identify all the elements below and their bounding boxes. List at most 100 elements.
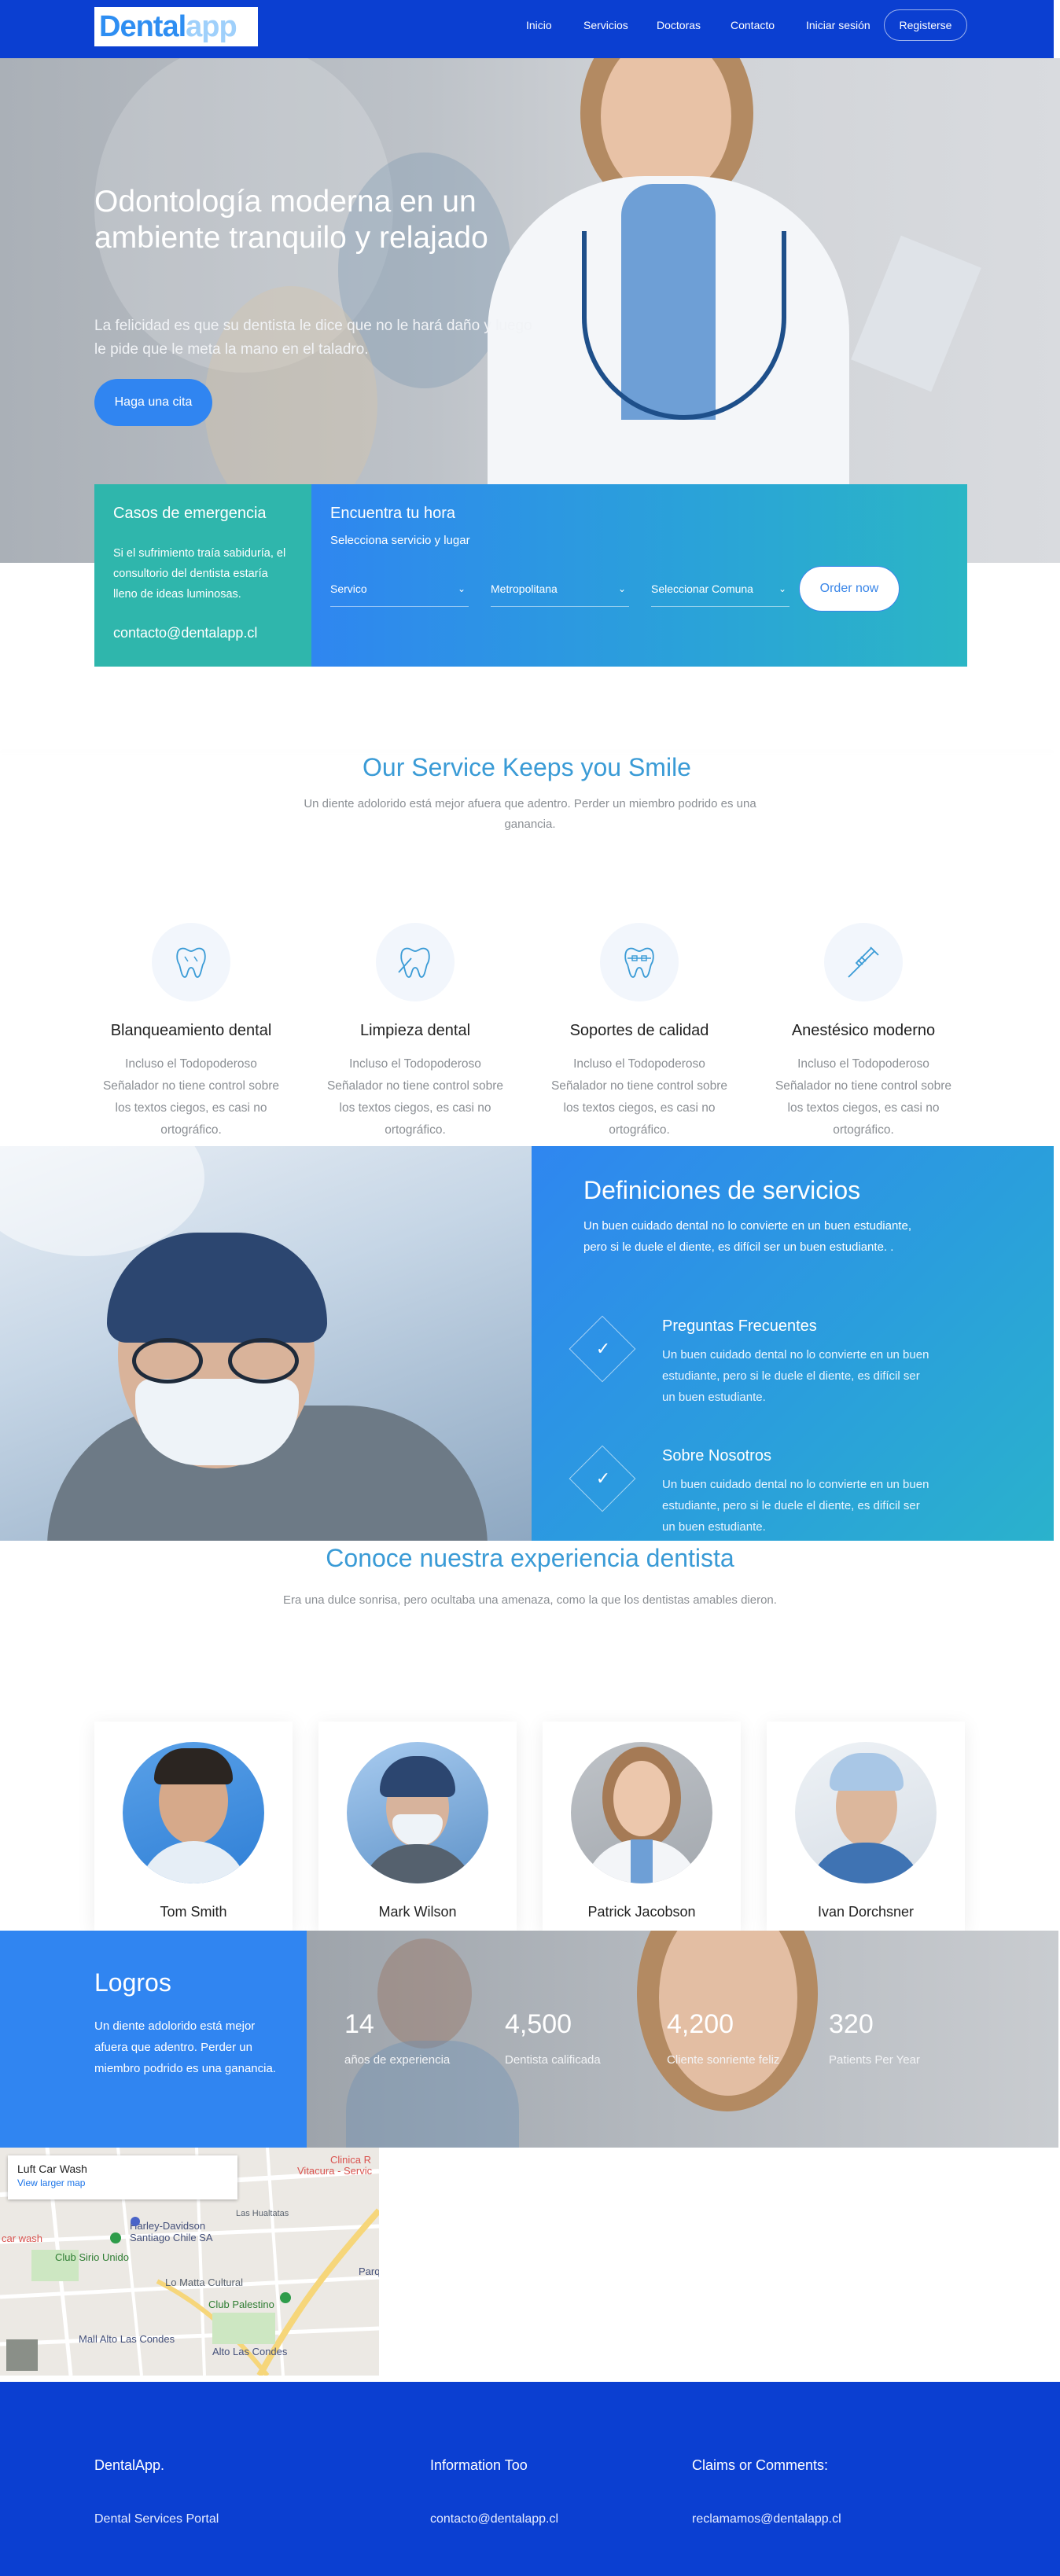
service-description: Incluso el Todopoderoso Señalador no tie…: [326, 1057, 504, 1137]
stat-value: 4,500: [505, 2009, 572, 2039]
stat-value: 14: [344, 2009, 374, 2039]
nav-link-inicio[interactable]: Inicio: [526, 19, 552, 31]
map-pin-icon[interactable]: [110, 2232, 121, 2243]
team-member-name: Tom Smith: [160, 1904, 227, 1920]
team-card[interactable]: Patrick Jacobson: [543, 1722, 741, 1931]
achievements-text: Un diente adolorido está mejor afuera qu…: [94, 2019, 276, 2075]
map-pin-icon[interactable]: [131, 2217, 140, 2226]
avatar: [795, 1742, 937, 1883]
faq-text: Un buen cuidado dental no lo convierte e…: [662, 1348, 929, 1404]
tooth-icon: [152, 923, 230, 1001]
services-title: Our Service Keeps you Smile: [363, 753, 691, 781]
map-label: Club Palestino: [208, 2299, 274, 2310]
team-card[interactable]: Ivan Dorchsner: [767, 1722, 965, 1931]
emergency-panel: Casos de emergencia Si el sufrimiento tr…: [94, 484, 311, 667]
footer-heading: Claims or Comments:: [692, 2457, 829, 2473]
services-subtitle: Un diente adolorido está mejor afuera qu…: [304, 797, 756, 831]
footer-claims-email-link[interactable]: reclamamos@dentalapp.cl: [692, 2512, 841, 2526]
stats-bg-figure: [377, 1938, 472, 2049]
map-place-name: Luft Car Wash: [17, 2163, 87, 2175]
avatar: [347, 1742, 488, 1883]
map-info-card: Luft Car Wash View larger map: [8, 2155, 237, 2199]
service-name: Limpieza dental: [359, 1022, 471, 1039]
avatar: [123, 1742, 264, 1883]
booking-subtitle: Selecciona servicio y lugar: [330, 534, 470, 547]
dentist-photo-glasses-left: [132, 1338, 203, 1384]
location-map[interactable]: Luft Car Wash View larger map Clinica R …: [0, 2148, 379, 2376]
map-label: Club Sirio Unido: [55, 2251, 129, 2263]
map-label: Alto Las Condes: [212, 2346, 288, 2357]
team-card[interactable]: Mark Wilson: [318, 1722, 517, 1931]
emergency-email[interactable]: contacto@dentalapp.cl: [113, 625, 293, 641]
map-label: car wash: [2, 2232, 43, 2244]
map-label: Lo Matta Cultural: [165, 2277, 243, 2288]
syringe-icon: [824, 923, 903, 1001]
region-select-value: Metropolitana: [491, 582, 558, 595]
chevron-down-icon: ⌄: [778, 582, 786, 594]
map-pin-icon[interactable]: [280, 2292, 291, 2303]
check-icon: ✓: [595, 1339, 611, 1358]
dentist-photo-glasses-right: [228, 1338, 299, 1384]
emergency-text: Si el sufrimiento traía sabiduría, el co…: [113, 547, 286, 601]
service-name: Blanqueamiento dental: [110, 1022, 272, 1039]
footer-text: Dental Services Portal: [94, 2512, 219, 2526]
map-label: Vitacura - Servic: [297, 2165, 373, 2177]
nav-link-contacto[interactable]: Contacto: [731, 19, 775, 31]
team-subtitle: Era una dulce sonrisa, pero ocultaba una…: [283, 1593, 777, 1607]
footer-heading: DentalApp.: [94, 2457, 165, 2473]
logo[interactable]: Dental app: [94, 7, 258, 46]
stat-label: Cliente sonriente feliz: [667, 2053, 780, 2067]
order-now-button[interactable]: Order now: [799, 566, 900, 612]
book-appointment-button[interactable]: Haga una cita: [94, 379, 212, 426]
map-label: Parq de La: [359, 2265, 379, 2277]
map-label: Clinica R: [330, 2154, 372, 2166]
service-description: Incluso el Todopoderoso Señalador no tie…: [102, 1057, 280, 1137]
achievements-panel: Logros Un diente adolorido está mejor af…: [0, 1931, 307, 2148]
stat-value: 4,200: [667, 2009, 734, 2039]
check-icon: ✓: [595, 1468, 611, 1488]
team-card[interactable]: Tom Smith: [94, 1722, 293, 1931]
definitions-panel: Definiciones de servicios Un buen cuidad…: [532, 1146, 1054, 1541]
chevron-down-icon: ⌄: [617, 582, 626, 594]
register-button[interactable]: Registerse: [884, 9, 967, 41]
tooth-cleaning-icon: [376, 923, 455, 1001]
stat-label: Patients Per Year: [829, 2053, 920, 2067]
dentist-photo: [0, 1146, 532, 1541]
hero-title: Odontología moderna en un ambiente tranq…: [94, 185, 488, 255]
service-select[interactable]: Servico ⌄: [330, 571, 469, 607]
team-title: Conoce nuestra experiencia dentista: [326, 1544, 734, 1572]
service-select-value: Servico: [330, 582, 367, 595]
dentist-photo-cap: [107, 1233, 327, 1343]
nav-link-servicios[interactable]: Servicios: [583, 19, 628, 31]
booking-panel: Encuentra tu hora Selecciona servicio y …: [311, 484, 967, 667]
footer-email-link[interactable]: contacto@dentalapp.cl: [430, 2512, 558, 2526]
footer-heading: Information Too: [430, 2457, 528, 2473]
emergency-title: Casos de emergencia: [113, 505, 267, 522]
team-member-name: Ivan Dorchsner: [817, 1904, 915, 1920]
hero-clipboard: [851, 235, 981, 392]
region-select[interactable]: Metropolitana ⌄: [491, 571, 629, 607]
avatar: [571, 1742, 712, 1883]
service-name: Anestésico moderno: [791, 1022, 936, 1039]
commune-select[interactable]: Seleccionar Comuna ⌄: [651, 571, 789, 607]
nav-link-login[interactable]: Iniciar sesión: [806, 19, 870, 31]
map-label: Las Hualtatas: [236, 2209, 289, 2218]
hero-subtitle: La felicidad es que su dentista le dice …: [94, 318, 532, 358]
service-name: Soportes de calidad: [569, 1022, 709, 1039]
view-larger-map-link[interactable]: View larger map: [17, 2177, 228, 2188]
service-description: Incluso el Todopoderoso Señalador no tie…: [775, 1057, 952, 1137]
about-text: Un buen cuidado dental no lo convierte e…: [662, 1478, 929, 1534]
chevron-down-icon: ⌄: [457, 582, 466, 594]
achievements-title: Logros: [94, 1968, 171, 1997]
achievements-stats: 14 años de experiencia 4,500 Dentista ca…: [307, 1931, 1058, 2148]
commune-select-value: Seleccionar Comuna: [651, 582, 753, 595]
faq-title[interactable]: Preguntas Frecuentes: [662, 1317, 817, 1336]
stat-label: Dentista calificada: [505, 2053, 601, 2067]
definitions-title: Definiciones de servicios: [583, 1176, 861, 1204]
team-member-name: Mark Wilson: [378, 1904, 457, 1920]
about-title[interactable]: Sobre Nosotros: [662, 1447, 771, 1465]
braces-icon: [600, 923, 679, 1001]
booking-title: Encuentra tu hora: [330, 505, 455, 522]
nav-link-doctoras[interactable]: Doctoras: [657, 19, 701, 31]
stat-value: 320: [829, 2009, 874, 2039]
